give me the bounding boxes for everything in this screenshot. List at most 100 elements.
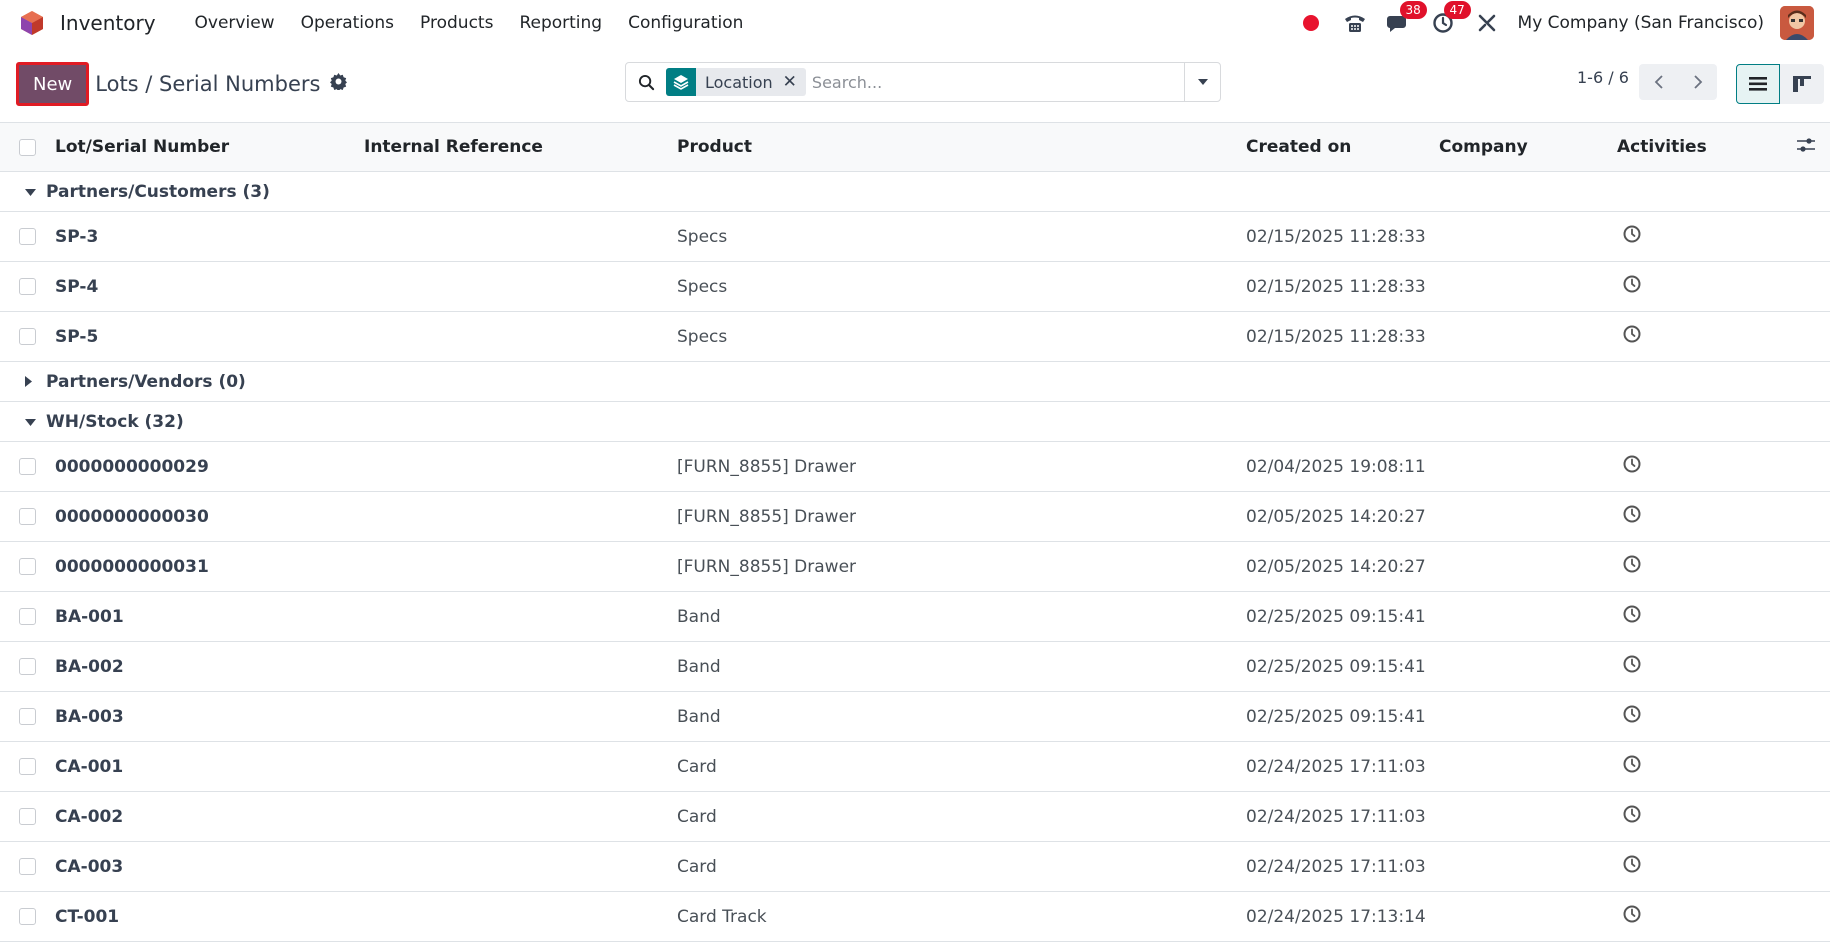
search-icon[interactable]: [626, 74, 666, 91]
col-header-product[interactable]: Product: [677, 137, 752, 157]
row-checkbox[interactable]: [19, 508, 36, 525]
list-view-button[interactable]: [1736, 64, 1780, 104]
lot-cell: 0000000000029: [55, 456, 209, 477]
activity-clock-icon[interactable]: [1622, 704, 1642, 729]
table-row[interactable]: CA-002 Card 02/24/2025 17:11:03: [0, 792, 1830, 842]
product-cell: Card Track: [677, 906, 767, 927]
menu-configuration[interactable]: Configuration: [615, 13, 756, 33]
pager-next-button[interactable]: [1678, 64, 1717, 100]
created-on-cell: 02/15/2025 11:28:33: [1246, 326, 1426, 347]
kanban-view-button[interactable]: [1780, 64, 1824, 104]
created-on-cell: 02/25/2025 09:15:41: [1246, 706, 1426, 727]
phone-icon[interactable]: [1342, 10, 1368, 36]
caret-down-icon: [25, 412, 36, 432]
activity-clock-icon[interactable]: [1622, 654, 1642, 679]
row-checkbox[interactable]: [19, 858, 36, 875]
table-row[interactable]: 0000000000029 [FURN_8855] Drawer 02/04/202…: [0, 442, 1830, 492]
row-checkbox[interactable]: [19, 658, 36, 675]
record-dot-icon: [1302, 15, 1319, 31]
menu-overview[interactable]: Overview: [182, 13, 288, 33]
row-checkbox[interactable]: [19, 708, 36, 725]
group-row[interactable]: Partners/Customers (3): [0, 172, 1830, 212]
group-row[interactable]: WH/Stock (32): [0, 402, 1830, 442]
messages-icon[interactable]: 38: [1386, 1, 1427, 36]
menu-reporting[interactable]: Reporting: [506, 13, 615, 33]
recording-indicator[interactable]: [1298, 10, 1324, 36]
row-checkbox[interactable]: [19, 608, 36, 625]
activity-clock-icon[interactable]: [1622, 274, 1642, 299]
activity-clock-icon[interactable]: [1622, 224, 1642, 249]
gear-icon[interactable]: [330, 73, 348, 95]
pager-value[interactable]: 1-6 / 6: [1577, 68, 1629, 87]
debug-tools-icon[interactable]: [1474, 10, 1500, 36]
chevron-right-icon: [1693, 75, 1702, 89]
lot-cell: CT-001: [55, 906, 120, 927]
product-cell: Band: [677, 706, 721, 727]
created-on-cell: 02/15/2025 11:28:33: [1246, 226, 1426, 247]
row-checkbox[interactable]: [19, 758, 36, 775]
table-row[interactable]: CT-001 Card Track 02/24/2025 17:13:14: [0, 892, 1830, 942]
table-row[interactable]: SP-3 Specs 02/15/2025 11:28:33: [0, 212, 1830, 262]
lot-cell: SP-3: [55, 226, 99, 247]
col-header-company[interactable]: Company: [1439, 137, 1528, 157]
row-checkbox[interactable]: [19, 808, 36, 825]
activity-clock-icon[interactable]: [1622, 324, 1642, 349]
table-row[interactable]: CA-003 Card 02/24/2025 17:11:03: [0, 842, 1830, 892]
created-on-cell: 02/24/2025 17:11:03: [1246, 806, 1426, 827]
lots-table: Lot/Serial Number Internal Reference Pro…: [0, 122, 1830, 942]
table-row[interactable]: CA-001 Card 02/24/2025 17:11:03: [0, 742, 1830, 792]
row-checkbox[interactable]: [19, 908, 36, 925]
table-row[interactable]: 0000000000031 [FURN_8855] Drawer 02/05/202…: [0, 542, 1830, 592]
row-checkbox[interactable]: [19, 458, 36, 475]
created-on-cell: 02/25/2025 09:15:41: [1246, 656, 1426, 677]
col-header-activities[interactable]: Activities: [1617, 137, 1707, 157]
app-name[interactable]: Inventory: [60, 11, 156, 35]
activity-clock-icon[interactable]: [1622, 804, 1642, 829]
row-checkbox[interactable]: [19, 328, 36, 345]
remove-facet-icon[interactable]: ✕: [783, 72, 806, 92]
table-row[interactable]: 0000000000030 [FURN_8855] Drawer 02/05/202…: [0, 492, 1830, 542]
table-row[interactable]: BA-003 Band 02/25/2025 09:15:41: [0, 692, 1830, 742]
lot-cell: 0000000000031: [55, 556, 209, 577]
messages-badge: 38: [1399, 1, 1427, 19]
select-all-checkbox[interactable]: [19, 138, 36, 156]
product-cell: [FURN_8855] Drawer: [677, 556, 857, 577]
search-input[interactable]: [805, 72, 1184, 92]
new-button[interactable]: New: [16, 62, 90, 106]
optional-columns-icon[interactable]: [1797, 137, 1815, 158]
activity-clock-icon[interactable]: [1622, 454, 1642, 479]
top-navbar: Inventory Overview Operations Products R…: [0, 0, 1830, 46]
pager-previous-button[interactable]: [1639, 64, 1678, 100]
activities-icon[interactable]: 47: [1430, 1, 1471, 36]
row-checkbox[interactable]: [19, 558, 36, 575]
menu-operations[interactable]: Operations: [288, 13, 407, 33]
company-switcher[interactable]: My Company (San Francisco): [1518, 13, 1764, 33]
lot-cell: BA-001: [55, 606, 124, 627]
row-checkbox[interactable]: [19, 278, 36, 295]
row-checkbox[interactable]: [19, 228, 36, 245]
table-row[interactable]: BA-001 Band 02/25/2025 09:15:41: [0, 592, 1830, 642]
table-row[interactable]: SP-4 Specs 02/15/2025 11:28:33: [0, 262, 1830, 312]
col-header-lot[interactable]: Lot/Serial Number: [55, 137, 229, 157]
activity-clock-icon[interactable]: [1622, 754, 1642, 779]
group-label: WH/Stock (32): [46, 411, 184, 432]
activity-clock-icon[interactable]: [1622, 554, 1642, 579]
activity-clock-icon[interactable]: [1622, 604, 1642, 629]
activity-clock-icon[interactable]: [1622, 904, 1642, 929]
kanban-view-icon: [1793, 76, 1811, 92]
main-menu: Overview Operations Products Reporting C…: [182, 13, 757, 33]
col-header-internal-reference[interactable]: Internal Reference: [364, 137, 543, 157]
activity-clock-icon[interactable]: [1622, 504, 1642, 529]
lot-cell: BA-003: [55, 706, 124, 727]
menu-products[interactable]: Products: [407, 13, 506, 33]
table-row[interactable]: SP-5 Specs 02/15/2025 11:28:33: [0, 312, 1830, 362]
lot-cell: 0000000000030: [55, 506, 209, 527]
inventory-app-icon[interactable]: [18, 9, 46, 37]
group-row[interactable]: Partners/Vendors (0): [0, 362, 1830, 402]
col-header-created-on[interactable]: Created on: [1246, 137, 1351, 157]
activity-clock-icon[interactable]: [1622, 854, 1642, 879]
table-row[interactable]: BA-002 Band 02/25/2025 09:15:41: [0, 642, 1830, 692]
search-options-toggle[interactable]: [1184, 63, 1220, 101]
user-avatar[interactable]: [1780, 6, 1814, 40]
product-cell: Card: [677, 856, 717, 877]
